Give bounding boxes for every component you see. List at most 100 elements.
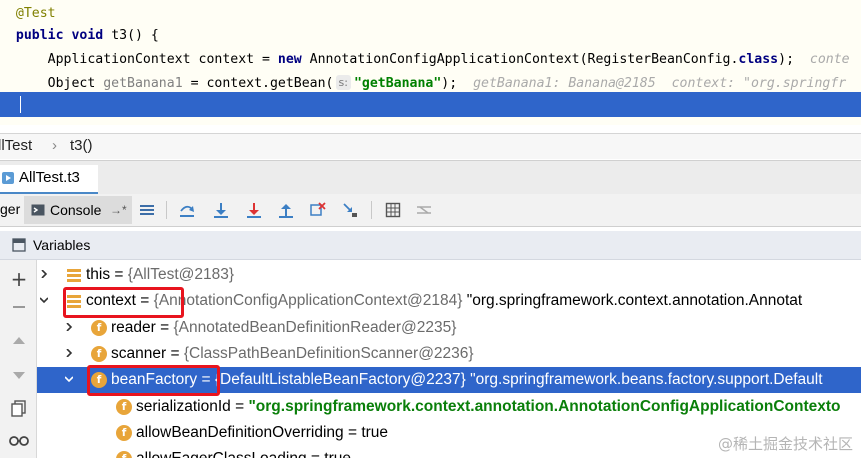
toolbar-separator: [371, 201, 372, 219]
this-object-icon: [67, 269, 81, 282]
var-desc: "org.springframework.context.annotation.…: [462, 292, 803, 309]
pin-arrow-icon: →*: [110, 203, 127, 217]
step-into-icon[interactable]: [213, 202, 229, 218]
run-config-icon: [2, 172, 14, 184]
chevron-down-icon[interactable]: [65, 375, 73, 383]
field-icon: f: [116, 451, 132, 458]
step-out-icon[interactable]: [278, 202, 294, 218]
tree-row-reader[interactable]: f reader = {AnnotatedBeanDefinitionReade…: [37, 315, 861, 341]
variables-tree: this = {AllTest@2183} context = {Annotat…: [37, 260, 861, 458]
object-type: Object: [47, 76, 96, 91]
var-eq: =: [307, 450, 325, 458]
breadcrumb-method[interactable]: t3(): [70, 134, 93, 158]
keyword-void: void: [71, 28, 104, 43]
inline-value-hint: context: "org.springfr: [671, 76, 847, 91]
tree-row-this[interactable]: this = {AllTest@2183}: [37, 262, 861, 288]
editor-separator: [0, 125, 861, 133]
execution-point-line: [0, 92, 861, 117]
constructor-call: AnnotationConfigApplicationContext(Regis…: [301, 52, 739, 67]
code-editor[interactable]: @Test public void t3() { ApplicationCont…: [0, 0, 861, 125]
chevron-right-icon[interactable]: [65, 349, 73, 357]
breadcrumb-class[interactable]: llTest: [0, 134, 32, 158]
var-type: {DefaultListableBeanFactory@2237}: [214, 371, 466, 388]
debug-toolbar: ger Console →*: [0, 194, 861, 227]
var-desc: "org.springframework.beans.factory.suppo…: [465, 371, 823, 388]
inline-value-hint: getBanana1: Banana@2185: [473, 76, 656, 91]
chevron-right-icon[interactable]: [40, 270, 48, 278]
keyword-public: public: [15, 28, 64, 43]
code-line-2: public void t3() {: [0, 24, 861, 47]
context-decl: context =: [190, 52, 278, 67]
var-text: serializationId = "org.springframework.c…: [136, 394, 840, 420]
var-name: serializationId: [136, 398, 231, 415]
var-text: allowBeanDefinitionOverriding = true: [136, 420, 388, 446]
variables-icon: [12, 238, 26, 252]
var-eq: =: [166, 345, 184, 362]
chevron-right-icon[interactable]: [65, 323, 73, 331]
drop-frame-icon[interactable]: [310, 202, 326, 218]
var-type: {AnnotationConfigApplicationContext@2184…: [153, 292, 463, 309]
field-icon: f: [91, 346, 107, 362]
var-text: reader = {AnnotatedBeanDefinitionReader@…: [111, 315, 456, 341]
statement-end: );: [441, 76, 458, 91]
var-name: reader: [111, 319, 156, 336]
tree-row-serializationid[interactable]: f serializationId = "org.springframework…: [37, 394, 861, 420]
step-over-icon[interactable]: [179, 202, 195, 218]
force-step-into-icon[interactable]: [246, 202, 262, 218]
hamburger-icon[interactable]: [139, 202, 155, 218]
string-literal: "getBanana": [353, 76, 442, 91]
inline-value-hint: conte: [809, 52, 850, 67]
variables-header: Variables: [0, 231, 861, 260]
move-down-icon[interactable]: [8, 364, 30, 386]
move-up-icon[interactable]: [8, 330, 30, 352]
var-text: this = {AllTest@2183}: [86, 262, 234, 288]
var-eq: =: [343, 424, 362, 441]
tab-debugger[interactable]: ger: [0, 194, 20, 225]
tab-label: AllTest.t3: [19, 169, 80, 186]
var-name: scanner: [111, 345, 167, 362]
var-name: allowEagerClassLoading: [136, 450, 307, 458]
field-icon: f: [116, 399, 132, 415]
chevron-down-icon[interactable]: [40, 296, 48, 304]
var-value: true: [361, 424, 389, 441]
console-icon: [31, 204, 45, 216]
var-text: beanFactory = {DefaultListableBeanFactor…: [111, 367, 823, 393]
remove-watch-icon[interactable]: [8, 296, 30, 318]
tab-alltest-t3[interactable]: AllTest.t3: [0, 165, 98, 195]
var-name: context: [86, 292, 136, 309]
field-icon: f: [116, 425, 132, 441]
local-variable-icon: [67, 295, 81, 308]
evaluate-expression-icon[interactable]: [385, 202, 401, 218]
code-line-3: ApplicationContext context = new Annotat…: [0, 48, 861, 71]
var-name: beanFactory: [111, 371, 198, 388]
tree-row-beanfactory[interactable]: f beanFactory = {DefaultListableBeanFact…: [37, 367, 861, 393]
var-string-value: "org.springframework.context.annotation.…: [248, 398, 841, 415]
var-type: {ClassPathBeanDefinitionScanner@2236}: [183, 345, 474, 362]
method-signature: t3() {: [103, 28, 159, 43]
variables-title: Variables: [33, 237, 91, 253]
tree-row-scanner[interactable]: f scanner = {ClassPathBeanDefinitionScan…: [37, 341, 861, 367]
copy-icon[interactable]: [8, 398, 30, 420]
var-text: context = {AnnotationConfigApplicationCo…: [86, 288, 802, 314]
breadcrumb: llTest › t3(): [0, 133, 861, 159]
statement-end: );: [778, 52, 795, 67]
context-type: ApplicationContext: [47, 52, 191, 67]
variables-side-toolbar: +: [0, 260, 37, 458]
var-type: {AnnotatedBeanDefinitionReader@2235}: [173, 319, 457, 336]
var-type: {AllTest@2183}: [127, 266, 235, 283]
keyword-class: class: [738, 52, 779, 67]
var-text: scanner = {ClassPathBeanDefinitionScanne…: [111, 341, 474, 367]
trace-stream-icon[interactable]: [416, 202, 432, 218]
getbanana1-var: getBanana1: [103, 76, 183, 91]
code-line-1: @Test: [0, 2, 861, 25]
text-caret: [20, 96, 21, 113]
tab-console[interactable]: Console →*: [24, 196, 132, 224]
tree-row-context[interactable]: context = {AnnotationConfigApplicationCo…: [37, 288, 861, 314]
run-to-cursor-icon[interactable]: [342, 202, 358, 218]
inline-watches-icon[interactable]: [8, 430, 30, 452]
var-eq: =: [155, 319, 174, 336]
add-watch-icon[interactable]: +: [8, 268, 30, 290]
var-text: allowEagerClassLoading = true: [136, 446, 351, 458]
watermark: @稀土掘金技术社区: [717, 435, 853, 453]
var-eq: =: [230, 398, 249, 415]
